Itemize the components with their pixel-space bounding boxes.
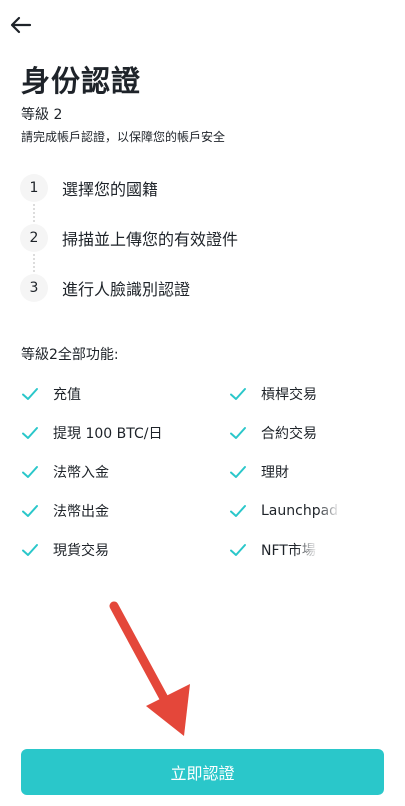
- check-icon: [230, 544, 246, 556]
- step-label: 掃描並上傳您的有效證件: [62, 230, 239, 249]
- step-number: 1: [20, 174, 48, 202]
- step-number: 3: [20, 274, 48, 302]
- feature-item: 提現 100 BTC/日: [21, 421, 162, 445]
- step-number: 2: [20, 224, 48, 252]
- feature-item: NFT市場: [229, 538, 318, 562]
- check-icon: [22, 466, 38, 478]
- feature-item: 理財: [229, 460, 289, 484]
- check-icon: [230, 505, 246, 517]
- feature-item: 槓桿交易: [229, 382, 317, 406]
- feature-label: 法幣出金: [53, 504, 109, 520]
- feature-label: 充值: [53, 387, 81, 403]
- step-item: 3 進行人臉識別認證: [20, 272, 190, 304]
- feature-label: 現貨交易: [53, 543, 109, 559]
- step-connector: [33, 204, 35, 222]
- check-icon: [230, 466, 246, 478]
- check-icon: [22, 427, 38, 439]
- feature-label: 理財: [261, 465, 289, 481]
- feature-item: 充值: [21, 382, 81, 406]
- step-connector: [33, 254, 35, 272]
- feature-item: 現貨交易: [21, 538, 109, 562]
- step-label: 進行人臉識別認證: [62, 280, 191, 299]
- features-title: 等級2全部功能:: [21, 347, 119, 363]
- page-description: 請完成帳戶認證，以保障您的帳戶安全: [21, 130, 226, 144]
- feature-item: 法幣出金: [21, 499, 109, 523]
- page-title: 身份認證: [21, 64, 142, 98]
- check-icon: [230, 427, 246, 439]
- step-item: 1 選擇您的國籍: [20, 172, 158, 204]
- annotation-arrow-icon: [109, 601, 190, 736]
- check-icon: [22, 544, 38, 556]
- back-button[interactable]: [8, 12, 34, 38]
- feature-label: 提現 100 BTC/日: [53, 426, 163, 442]
- feature-label: Launchpad: [261, 503, 341, 519]
- feature-item: 合約交易: [229, 421, 317, 445]
- feature-label: 合約交易: [261, 426, 317, 442]
- feature-label: 槓桿交易: [261, 387, 317, 403]
- arrow-left-icon: [10, 16, 32, 34]
- verify-now-button[interactable]: 立即認證: [21, 749, 384, 795]
- feature-label: 法幣入金: [53, 465, 109, 481]
- level-label: 等級 2: [21, 107, 63, 123]
- feature-item: 法幣入金: [21, 460, 109, 484]
- features-list: 充值 槓桿交易 提現 100 BTC/日 合約交易 法幣入金 理財 法幣出金 L…: [21, 380, 391, 580]
- step-item: 2 掃描並上傳您的有效證件: [20, 222, 238, 254]
- feature-item: Launchpad: [229, 499, 341, 523]
- check-icon: [22, 505, 38, 517]
- feature-label: NFT市場: [261, 540, 318, 560]
- check-icon: [22, 388, 38, 400]
- check-icon: [230, 388, 246, 400]
- step-label: 選擇您的國籍: [62, 180, 159, 199]
